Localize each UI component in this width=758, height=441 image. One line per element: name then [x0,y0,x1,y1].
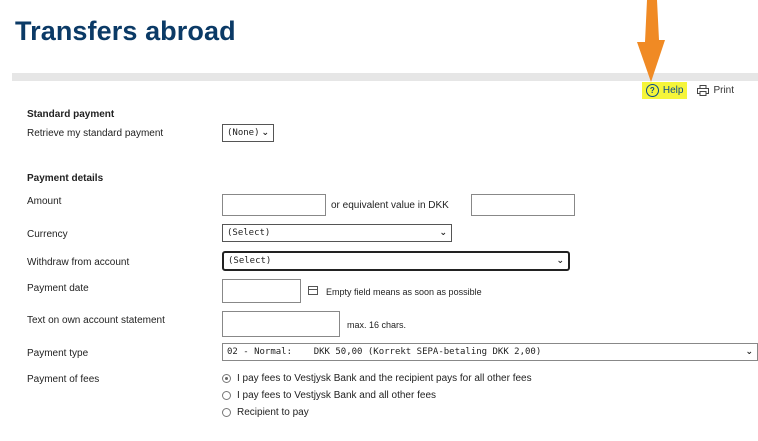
currency-select[interactable]: (Select) ⌄ [222,224,452,242]
print-icon [697,84,710,96]
withdraw-account-value: (Select) [228,256,272,266]
chevron-down-icon: ⌄ [745,347,753,357]
payment-fees-label: Payment of fees [27,374,100,385]
payment-type-label: Payment type [27,348,89,359]
withdraw-account-select[interactable]: (Select) ⌄ [222,251,570,271]
retrieve-standard-value: (None) [227,128,260,138]
radio-selected-icon[interactable] [222,374,231,383]
calendar-icon[interactable] [308,286,318,295]
amount-label: Amount [27,196,62,207]
payment-date-input[interactable] [222,279,301,303]
payment-details-heading: Payment details [27,173,104,184]
fee-option-label: Recipient to pay [237,407,309,418]
retrieve-standard-select[interactable]: (None) ⌄ [222,124,274,142]
account-text-label: Text on own account statement [27,315,165,326]
radio-icon[interactable] [222,391,231,400]
payment-type-value: 02 - Normal: DKK 50,00 (Korrekt SEPA-bet… [227,347,542,357]
payment-type-select[interactable]: 02 - Normal: DKK 50,00 (Korrekt SEPA-bet… [222,343,758,361]
radio-icon[interactable] [222,408,231,417]
payment-date-label: Payment date [27,283,89,294]
print-label: Print [713,84,734,96]
fee-option-our[interactable]: I pay fees to Vestjysk Bank and all othe… [222,390,436,401]
equivalent-dkk-input[interactable] [471,194,575,216]
chevron-down-icon: ⌄ [261,128,269,138]
account-text-hint: max. 16 chars. [347,320,407,330]
amount-input[interactable] [222,194,326,216]
chevron-down-icon: ⌄ [439,228,447,238]
retrieve-standard-label: Retrieve my standard payment [27,128,164,139]
equivalent-label: or equivalent value in DKK [331,200,449,211]
standard-payment-heading: Standard payment [27,109,115,120]
fee-option-sha[interactable]: I pay fees to Vestjysk Bank and the reci… [222,373,532,384]
print-link[interactable]: Print [697,84,734,96]
page-title: Transfers abroad [15,16,236,46]
account-text-input[interactable] [222,311,340,337]
help-icon: ? [645,83,659,97]
fee-option-ben[interactable]: Recipient to pay [222,407,309,418]
fee-option-label: I pay fees to Vestjysk Bank and the reci… [237,373,532,384]
help-label: Help [662,84,684,96]
arrow-annotation-icon [637,0,665,82]
currency-label: Currency [27,229,68,240]
fee-option-label: I pay fees to Vestjysk Bank and all othe… [237,390,437,401]
withdraw-account-label: Withdraw from account [27,257,130,268]
toolbar: ? Help Print [641,80,734,100]
help-link[interactable]: ? Help [641,81,688,99]
payment-date-hint: Empty field means as soon as possible [326,287,482,297]
chevron-down-icon: ⌄ [556,256,564,266]
currency-value: (Select) [227,228,271,238]
